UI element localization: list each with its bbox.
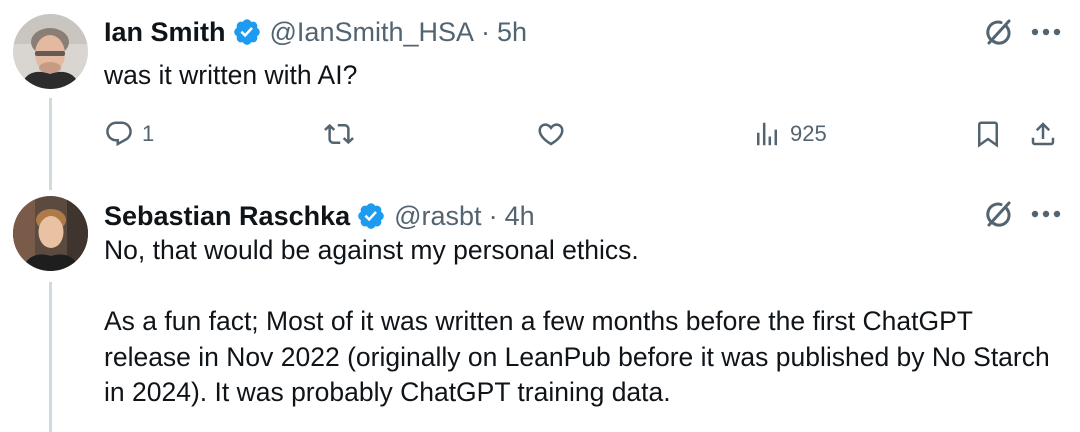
tweet-paragraph: was it written with AI? xyxy=(104,60,358,90)
avatar-image xyxy=(13,14,88,89)
tweet-paragraph: As a fun fact; Most of it was written a … xyxy=(104,306,1050,407)
author-handle[interactable]: @rasbt xyxy=(394,201,481,232)
more-icon[interactable] xyxy=(1024,12,1068,52)
retweet-icon xyxy=(324,123,354,145)
bookmark-button[interactable] xyxy=(973,114,1003,154)
timestamp[interactable]: 5h xyxy=(497,17,527,48)
more-icon[interactable] xyxy=(1024,194,1068,234)
tweet-text: No, that would be against my personal et… xyxy=(104,233,1050,411)
reply-count: 1 xyxy=(142,121,155,146)
tweet-paragraph: No, that would be against my personal et… xyxy=(104,235,639,265)
separator-dot: · xyxy=(481,16,491,47)
reply-button[interactable]: 1 xyxy=(104,114,154,154)
share-icon xyxy=(1031,122,1055,146)
tweet-header: Ian Smith @IanSmith_HSA · 5h xyxy=(104,14,527,50)
tweet-text: was it written with AI? xyxy=(104,58,1050,94)
views-icon xyxy=(757,122,777,146)
reply-icon xyxy=(106,121,132,147)
retweet-button[interactable] xyxy=(324,114,354,154)
avatar-image xyxy=(13,196,88,271)
like-button[interactable] xyxy=(536,114,566,154)
tweet[interactable]: Ian Smith @IanSmith_HSA · 5h was it writ… xyxy=(0,0,1080,190)
bookmark-icon xyxy=(978,121,998,148)
author-name[interactable]: Ian Smith xyxy=(104,17,226,48)
grok-icon[interactable] xyxy=(978,194,1018,234)
separator-dot: · xyxy=(488,200,498,231)
share-button[interactable] xyxy=(1028,114,1058,154)
grok-icon[interactable] xyxy=(978,12,1018,52)
tweet[interactable]: Sebastian Raschka @rasbt · 4h No, that w… xyxy=(0,190,1080,432)
views-button[interactable]: 925 xyxy=(752,114,827,154)
tweet-actions: 1 925 xyxy=(0,114,1080,154)
verified-badge-icon xyxy=(356,201,386,231)
avatar[interactable] xyxy=(13,14,88,89)
tweet-header: Sebastian Raschka @rasbt · 4h xyxy=(104,198,535,234)
verified-badge-icon xyxy=(232,17,262,47)
author-handle[interactable]: @IanSmith_HSA xyxy=(270,17,475,48)
avatar[interactable] xyxy=(13,196,88,271)
timestamp[interactable]: 4h xyxy=(505,201,535,232)
author-name[interactable]: Sebastian Raschka xyxy=(104,201,350,232)
like-icon xyxy=(538,123,564,146)
thread-line xyxy=(49,282,52,432)
views-count: 925 xyxy=(790,121,827,146)
